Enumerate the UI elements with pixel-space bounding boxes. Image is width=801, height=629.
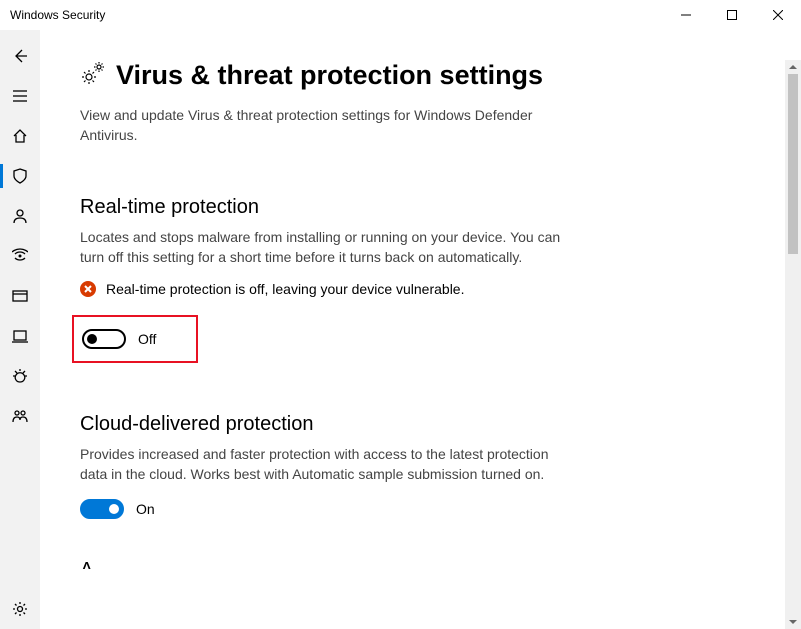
nav-family-options[interactable] [0, 396, 40, 436]
cloud-toggle-row: On [80, 499, 761, 519]
nav-device-performance[interactable] [0, 356, 40, 396]
nav-settings[interactable] [0, 589, 40, 629]
cloud-section-description: Provides increased and faster protection… [80, 444, 570, 485]
nav-virus-protection[interactable] [0, 156, 40, 196]
realtime-toggle-label: Off [138, 331, 156, 347]
window-title: Windows Security [10, 8, 663, 22]
window-controls [663, 0, 801, 30]
minimize-button[interactable] [663, 0, 709, 30]
back-button[interactable] [0, 36, 40, 76]
warning-icon [80, 281, 96, 297]
realtime-section-description: Locates and stops malware from installin… [80, 227, 570, 268]
cloud-toggle-label: On [136, 501, 155, 517]
warning-text: Real-time protection is off, leaving you… [106, 281, 464, 297]
nav-firewall[interactable] [0, 236, 40, 276]
scroll-thumb[interactable] [788, 74, 798, 254]
scroll-up-arrow[interactable] [785, 60, 801, 74]
realtime-toggle[interactable] [82, 329, 126, 349]
gears-icon [80, 61, 106, 90]
page-description: View and update Virus & threat protectio… [80, 105, 570, 146]
titlebar: Windows Security [0, 0, 801, 30]
nav-menu-button[interactable] [0, 76, 40, 116]
partial-section-title: A [80, 559, 761, 569]
page-header: Virus & threat protection settings [80, 60, 761, 91]
cloud-toggle[interactable] [80, 499, 124, 519]
realtime-section-title: Real-time protection [80, 196, 761, 219]
maximize-button[interactable] [709, 0, 755, 30]
scrollbar[interactable] [785, 60, 801, 629]
sidebar [0, 30, 40, 629]
main-content: Virus & threat protection settings View … [40, 30, 801, 629]
scroll-down-arrow[interactable] [785, 615, 801, 629]
nav-home[interactable] [0, 116, 40, 156]
nav-device-security[interactable] [0, 316, 40, 356]
nav-account-protection[interactable] [0, 196, 40, 236]
cloud-section-title: Cloud-delivered protection [80, 413, 761, 436]
page-title: Virus & threat protection settings [116, 60, 543, 91]
nav-app-browser-control[interactable] [0, 276, 40, 316]
close-button[interactable] [755, 0, 801, 30]
realtime-warning: Real-time protection is off, leaving you… [80, 281, 761, 297]
realtime-toggle-highlight: Off [72, 315, 198, 363]
